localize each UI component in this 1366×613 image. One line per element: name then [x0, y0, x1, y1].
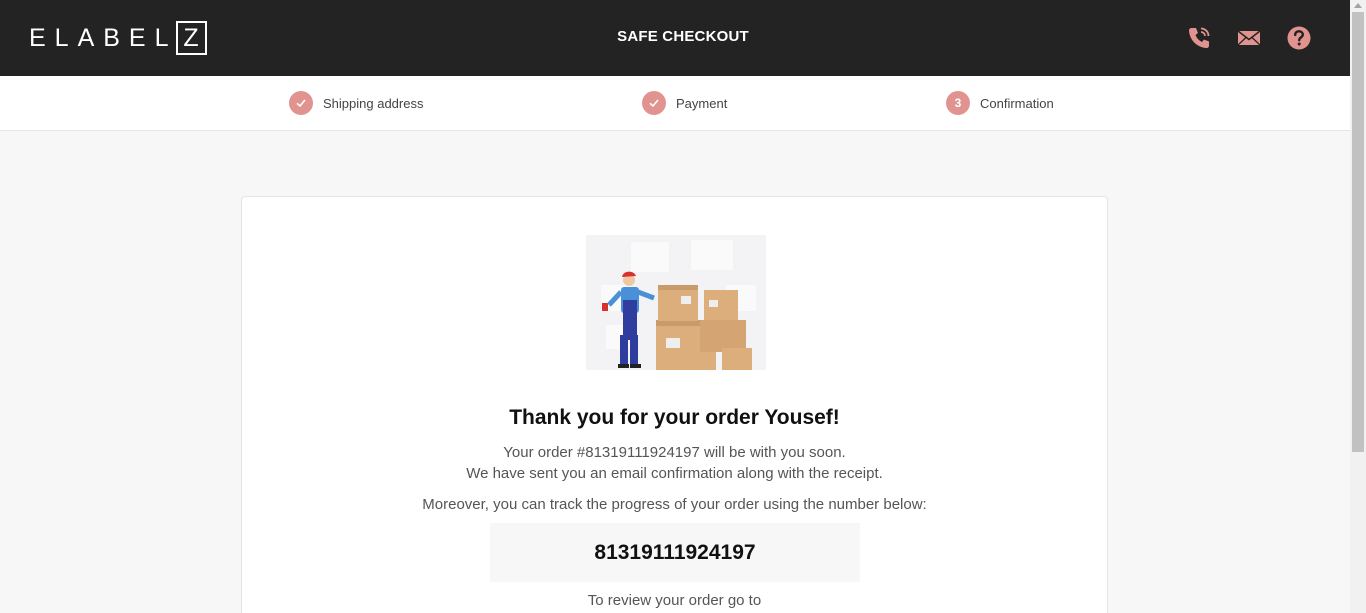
thank-you-heading: Thank you for your order Yousef!	[509, 406, 840, 429]
email-message: We have sent you an email confirmation a…	[466, 465, 883, 482]
header-bar: ELABEL Z SAFE CHECKOUT	[0, 0, 1350, 76]
order-message: Your order #81319111924197 will be with …	[503, 444, 846, 461]
step-label: Payment	[676, 95, 728, 111]
step-confirmation: 3 Confirmation	[946, 91, 1054, 115]
help-icon[interactable]	[1286, 25, 1312, 56]
step-shipping-address[interactable]: Shipping address	[289, 91, 423, 115]
scrollbar-thumb[interactable]	[1352, 12, 1364, 452]
check-icon	[289, 91, 313, 115]
step-number: 3	[946, 91, 970, 115]
track-message: Moreover, you can track the progress of …	[422, 496, 927, 513]
scroll-up-icon[interactable]	[1354, 3, 1362, 8]
step-payment[interactable]: Payment	[642, 91, 727, 115]
step-label: Shipping address	[323, 95, 424, 111]
checkout-steps: Shipping address Payment 3 Confirmation	[0, 76, 1350, 131]
delivery-illustration	[576, 230, 776, 375]
phone-icon[interactable]	[1186, 25, 1212, 56]
tracking-number: 81319111924197	[490, 523, 860, 582]
check-icon	[642, 91, 666, 115]
mail-icon[interactable]	[1236, 25, 1262, 56]
step-label: Confirmation	[980, 95, 1054, 111]
page-scrollbar[interactable]	[1350, 0, 1366, 613]
review-order-text: To review your order go to	[587, 592, 762, 609]
checkout-title: SAFE CHECKOUT	[617, 28, 749, 45]
confirmation-card: Thank you for your order Yousef! Your or…	[241, 196, 1108, 613]
